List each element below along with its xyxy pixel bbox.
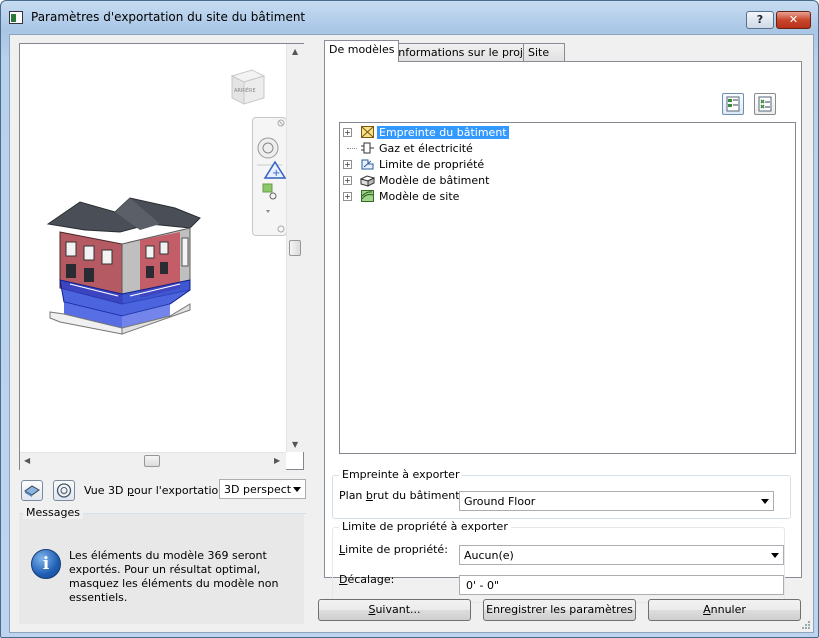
scroll-thumb-vertical[interactable] [289,240,301,256]
tree-item-label: Empreinte du bâtiment [377,126,509,139]
offset-input[interactable]: 0' - 0" [459,575,784,595]
property-line-label: Limite de propriété: [339,543,448,556]
models-tab-panel: + Empreinte du bâtiment Gaz et électrici… [324,61,802,603]
expand-icon[interactable]: + [343,160,352,169]
building-model-image [40,184,220,342]
help-button[interactable]: ? [746,11,774,29]
tree-item-label: Modèle de bâtiment [379,174,490,187]
messages-group: i Les éléments du modèle 369 seront expo… [19,506,306,626]
messages-box: i Les éléments du modèle 369 seront expo… [19,514,304,624]
deselect-all-button[interactable] [754,93,776,115]
scroll-right-icon[interactable]: ▶ [274,456,280,465]
svg-text:+: + [272,168,280,179]
resize-grip-icon[interactable] [801,620,811,630]
footprint-level-value: Ground Floor [464,495,536,508]
preview-horizontal-scrollbar[interactable]: ◀ ▶ [20,452,286,470]
tree-item-building-model[interactable]: + Modèle de bâtiment [340,173,540,189]
utilities-icon [360,141,375,155]
property-line-icon [360,157,375,171]
dropdown-arrow-icon [771,553,779,558]
dialog-window: Paramètres d'exportation du site du bâti… [0,0,819,638]
site-model-icon [360,189,375,203]
close-button[interactable]: ✕ [776,11,811,29]
model-tree[interactable]: + Empreinte du bâtiment Gaz et électrici… [339,122,796,454]
property-line-group: Limite de propriété à exporter Limite de… [332,520,785,603]
offset-value: 0' - 0" [466,579,500,592]
export-view-label: Vue 3D pour l'exportation: [84,484,229,497]
orbit-view-button[interactable] [53,480,75,501]
next-button[interactable]: Suivant... [318,599,471,621]
tree-item-property-line[interactable]: + Limite de propriété [340,157,540,173]
tab-project-info[interactable]: Informations sur le projet [390,43,540,62]
footprint-level-select[interactable]: Ground Floor [459,491,774,511]
scroll-down-icon[interactable]: ▼ [292,440,298,449]
footprint-group: Empreinte à exporter Plan brut du bâtime… [332,468,791,519]
messages-caption: Messages [23,506,83,519]
title-bar[interactable]: Paramètres d'exportation du site du bâti… [1,1,818,35]
shaded-view-button[interactable] [21,480,43,501]
property-line-caption: Limite de propriété à exporter [339,520,511,533]
export-view-select[interactable]: 3D perspective [219,479,306,499]
viewcube-label: ARRIÈRE [234,86,256,94]
tree-item-footprint[interactable]: + Empreinte du bâtiment [340,125,540,141]
tree-item-label: Gaz et électricité [379,142,473,155]
navigation-bar: + [252,117,287,236]
save-settings-button[interactable]: Enregistrer les paramètres [483,599,636,621]
offset-label: Décalage: [339,573,395,586]
message-text: Les éléments du modèle 369 seront export… [69,549,279,604]
scroll-up-icon[interactable]: ▲ [292,47,298,56]
tree-item-utilities[interactable]: Gaz et électricité [340,141,540,157]
footprint-icon [360,125,375,139]
tree-item-label: Limite de propriété [379,158,485,171]
scroll-thumb-horizontal[interactable] [144,455,160,467]
tree-item-site-model[interactable]: + Modèle de site [340,189,540,205]
tree-item-label: Modèle de site [379,190,460,203]
scroll-left-icon[interactable]: ◀ [24,456,30,465]
footprint-label: Plan brut du bâtiment: [339,489,464,502]
cancel-button[interactable]: Annuler [648,599,801,621]
building-model-icon [359,173,376,187]
preview-vertical-scrollbar[interactable]: ▲ ▼ [286,44,304,452]
property-line-value: Aucun(e) [464,549,514,562]
dropdown-arrow-icon [293,487,301,492]
tab-site[interactable]: Site [523,43,565,62]
select-all-button[interactable] [722,93,744,115]
dropdown-arrow-icon [761,499,769,504]
expand-icon[interactable]: + [343,192,352,201]
viewcube-icon[interactable]: ARRIÈRE [226,64,270,108]
dialog-client: ARRIÈRE + ▲ ▼ ◀ ▶ Vue 3D pour l'exportat… [9,34,814,633]
footprint-caption: Empreinte à exporter [339,468,463,481]
tab-models[interactable]: De modèles [324,40,400,62]
3d-preview[interactable]: ARRIÈRE + ▲ ▼ ◀ ▶ [19,43,304,470]
expand-icon[interactable]: + [343,128,352,137]
expand-icon[interactable]: + [343,176,352,185]
info-icon: i [31,549,61,579]
window-title: Paramètres d'exportation du site du bâti… [31,10,306,24]
property-line-select[interactable]: Aucun(e) [459,545,784,565]
app-icon [9,11,23,24]
